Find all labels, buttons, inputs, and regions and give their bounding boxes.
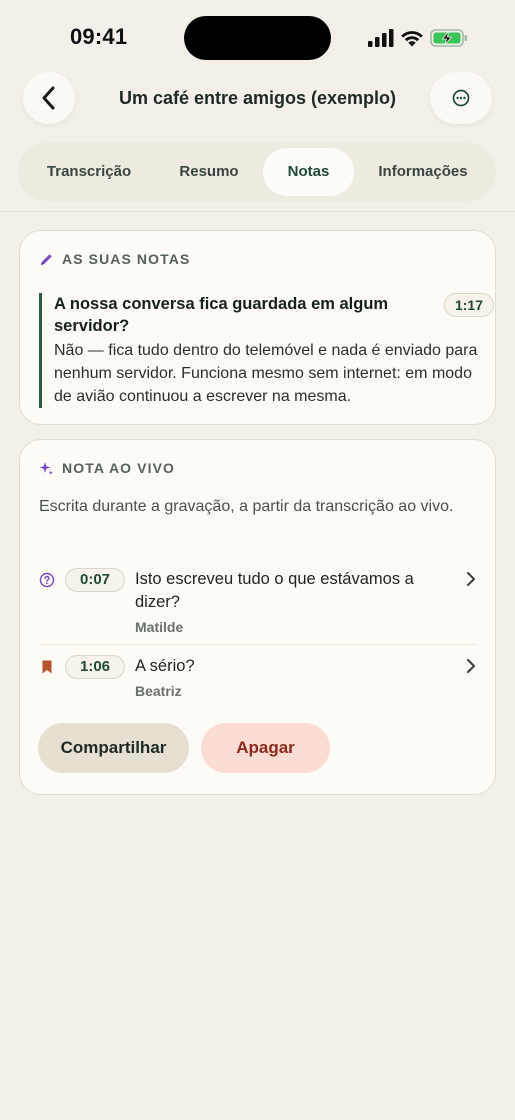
- note-answer: Não — fica tudo dentro do telemóvel e na…: [54, 342, 478, 405]
- item-text: A sério?: [135, 657, 195, 675]
- live-note-header: NOTA AO VIVO: [39, 460, 175, 476]
- question-circle-icon: [39, 572, 55, 588]
- item-content: Isto escreveu tudo o que estávamos a diz…: [135, 568, 445, 639]
- item-author: Beatriz: [135, 683, 182, 699]
- status-time: 09:41: [70, 24, 128, 49]
- share-button[interactable]: Compartilhar: [38, 723, 189, 773]
- note-timestamp[interactable]: 1:17: [443, 293, 494, 317]
- your-notes-card: AS SUAS NOTAS A nossa conversa fica guar…: [19, 230, 496, 425]
- item-timestamp[interactable]: 0:07: [65, 568, 125, 592]
- chevron-right-icon: [467, 572, 475, 586]
- ellipsis-circle-icon: [452, 89, 470, 107]
- item-timestamp[interactable]: 1:06: [65, 655, 125, 679]
- more-options-button[interactable]: [430, 72, 492, 124]
- note-question: A nossa conversa fica guardada em algum …: [54, 295, 389, 335]
- delete-button[interactable]: Apagar: [201, 723, 330, 773]
- item-divider: [39, 644, 476, 645]
- chevron-right-icon: [467, 659, 475, 673]
- wifi-icon: [401, 31, 423, 47]
- sparkle-icon: [39, 461, 53, 475]
- tab-informacoes[interactable]: Informações: [363, 148, 483, 196]
- tab-notas[interactable]: Notas: [263, 148, 354, 196]
- pencil-icon: [41, 253, 52, 265]
- segmented-tabs: Transcrição Resumo Notas Informações: [18, 143, 496, 201]
- dynamic-island: [184, 16, 331, 60]
- cellular-signal-icon: [368, 29, 394, 47]
- item-author: Matilde: [135, 619, 184, 635]
- live-note-description: Escrita durante a gravação, a partir da …: [39, 498, 454, 515]
- item-content: A sério? Beatriz: [135, 655, 445, 703]
- live-note-title: NOTA AO VIVO: [62, 460, 176, 476]
- tab-transcricao[interactable]: Transcrição: [28, 148, 150, 196]
- header-divider: [0, 211, 515, 212]
- live-note-card: NOTA AO VIVO Escrita durante a gravação,…: [19, 439, 496, 795]
- bookmark-icon: [42, 660, 52, 674]
- status-bar: 09:41: [0, 0, 515, 70]
- battery-charging-icon: [430, 29, 467, 47]
- note-entry[interactable]: A nossa conversa fica guardada em algum …: [39, 293, 494, 408]
- your-notes-title: AS SUAS NOTAS: [62, 251, 191, 267]
- your-notes-header: AS SUAS NOTAS: [39, 251, 190, 267]
- status-icons: [368, 27, 468, 49]
- live-note-item[interactable]: 1:06 A sério? Beatriz: [39, 655, 476, 700]
- navigation-header: Um café entre amigos (exemplo): [0, 72, 515, 126]
- tab-resumo[interactable]: Resumo: [163, 148, 255, 196]
- item-text: Isto escreveu tudo o que estávamos a diz…: [135, 570, 414, 611]
- live-note-item[interactable]: 0:07 Isto escreveu tudo o que estávamos …: [39, 568, 476, 643]
